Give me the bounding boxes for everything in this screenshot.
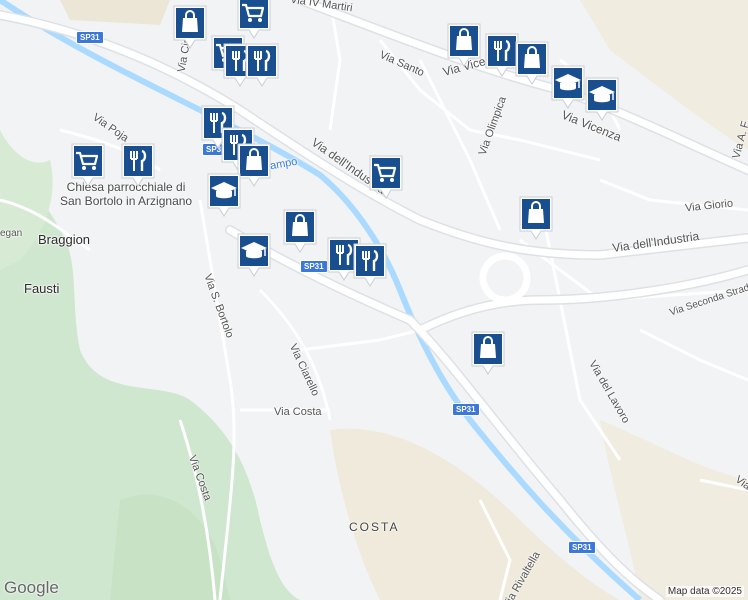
map-marker[interactable] [70, 142, 106, 188]
urban-area [60, 0, 170, 25]
map-marker[interactable] [244, 42, 280, 88]
map-marker[interactable] [470, 330, 506, 376]
place-label-braggion: Braggion [38, 232, 91, 247]
map-attribution[interactable]: Map data ©2025 [665, 586, 744, 597]
map-marker[interactable] [206, 172, 242, 218]
road-label-via-costa: Via Costa [274, 406, 322, 418]
road-label-regan: egan [0, 228, 23, 239]
poi-label-line: San Bortolo in Arzignano [60, 194, 193, 208]
map-marker[interactable] [172, 4, 208, 50]
roundabout [479, 252, 531, 304]
map-marker[interactable] [352, 242, 388, 288]
route-shield: SP31 [76, 31, 104, 44]
route-shield: SP31 [300, 260, 328, 273]
map-marker[interactable] [584, 76, 620, 122]
google-logo: Google [4, 578, 59, 597]
place-label-fausti: Fausti [24, 281, 60, 296]
map-marker[interactable] [236, 232, 272, 278]
map-marker[interactable] [282, 208, 318, 254]
map-marker[interactable] [550, 64, 586, 110]
place-label-costa: COSTA [349, 520, 400, 534]
map-marker[interactable] [514, 40, 550, 86]
map-marker[interactable] [368, 154, 404, 200]
map-marker[interactable] [518, 195, 554, 241]
route-shield: SP31 [568, 541, 596, 554]
map-marker[interactable] [446, 22, 482, 68]
map-marker[interactable] [120, 142, 156, 188]
route-shield: SP31 [452, 403, 480, 416]
map-canvas[interactable]: Via IV Martiri Via Santo Via Vicenza Via… [0, 0, 748, 600]
map-base-layer [0, 0, 748, 600]
